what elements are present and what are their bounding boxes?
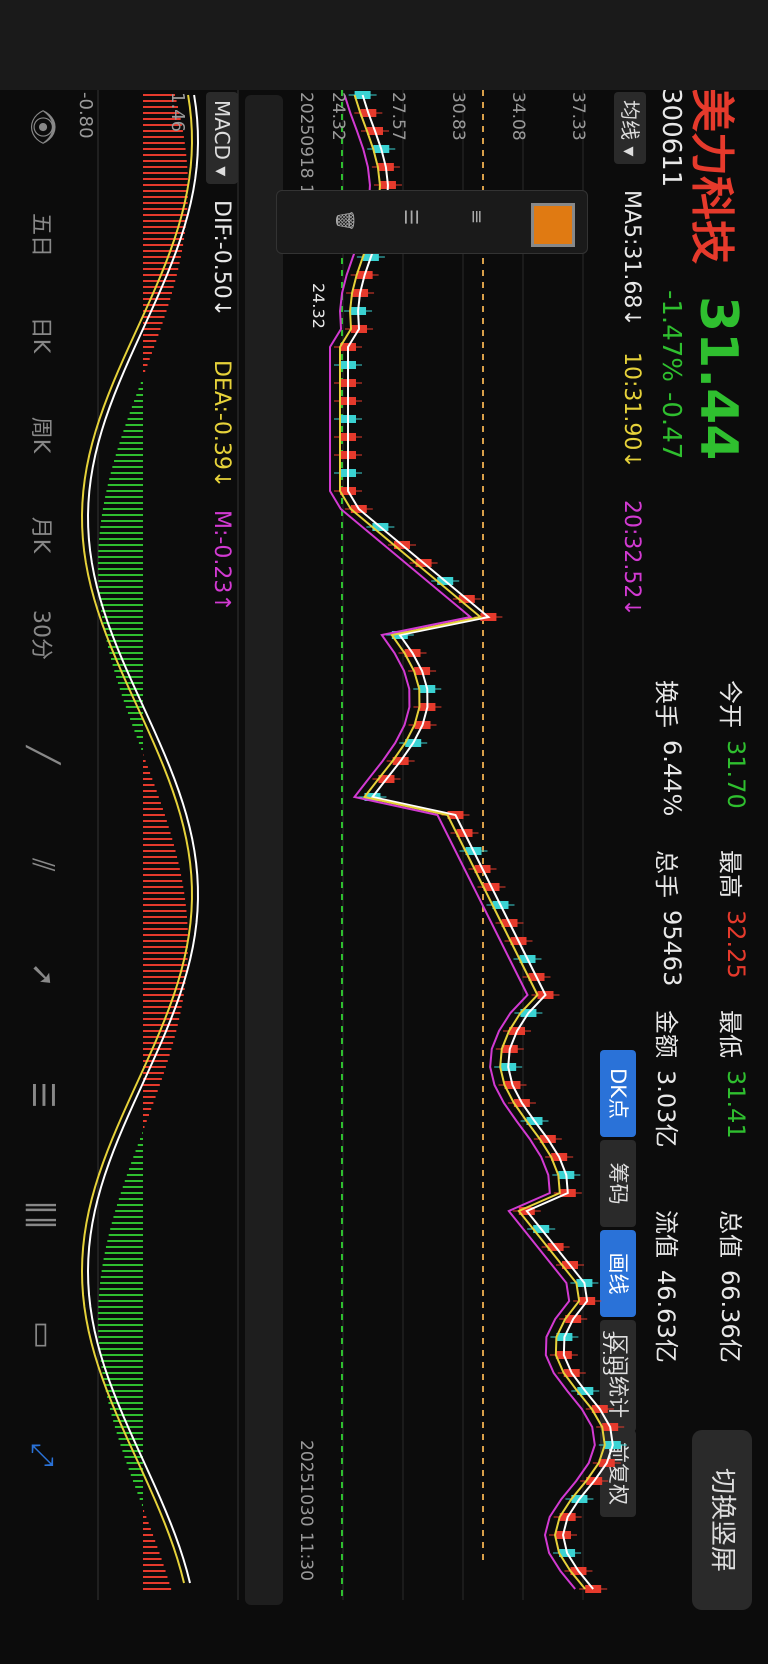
ma20-line xyxy=(329,94,596,1590)
period-4[interactable]: 月K xyxy=(8,500,78,570)
eye-icon[interactable]: 👁 xyxy=(8,92,78,162)
price-axis-label: 34.08 xyxy=(508,92,528,141)
price-axis-label: 27.57 xyxy=(388,92,408,141)
end-date: 20251030 11:30 xyxy=(296,1440,316,1581)
period-1[interactable]: 五日 xyxy=(8,200,78,270)
line-style-icon[interactable]: ≡ xyxy=(461,209,487,235)
price-axis-label: 37.33 xyxy=(568,92,588,141)
period-5[interactable]: 30分 xyxy=(8,600,78,670)
macd-dif: DIF:-0.50↓ xyxy=(209,200,234,318)
macd-axis-bottom: -0.80 xyxy=(75,92,96,139)
drawing-style-panel: ≡ ☰ 🗑 xyxy=(276,190,588,254)
delete-icon[interactable]: 🗑 xyxy=(329,209,355,235)
period-3[interactable]: 周K xyxy=(8,400,78,470)
expand-icon[interactable]: ⤢ xyxy=(8,1420,78,1490)
tool-sidebar-bg xyxy=(0,0,768,90)
double-line-icon[interactable]: ⫽ xyxy=(8,830,78,900)
ma10-line xyxy=(339,94,606,1590)
fibonacci-icon[interactable]: ☰ xyxy=(8,1060,78,1130)
price-axis-label: 24.32 xyxy=(328,92,348,141)
macd-dropdown[interactable]: MACD ▾ xyxy=(206,92,238,185)
macd-dropdown-label: MACD xyxy=(210,100,234,160)
low-marker-label: 24.32 xyxy=(309,283,328,329)
ma5-line xyxy=(347,94,614,1590)
color-swatch[interactable] xyxy=(531,203,575,247)
macd-axis-top: 1.46 xyxy=(167,92,188,133)
line-width-icon[interactable]: ☰ xyxy=(395,209,421,235)
high-marker-label: 37.33 xyxy=(599,1330,618,1376)
macd-dea: DEA:-0.39↓ xyxy=(209,360,234,489)
chart-scroll-bar[interactable] xyxy=(245,95,283,1605)
landscape-chart-screen: 美力科技 300611 31.44 -1.47% -0.47 今开 31.70 最高… xyxy=(0,0,768,1664)
period-2[interactable]: 日K xyxy=(8,300,78,370)
rect-icon[interactable]: ▭ xyxy=(8,1300,78,1370)
price-axis-label: 30.83 xyxy=(448,92,468,141)
line-icon[interactable]: ╱ xyxy=(8,720,78,790)
macd-m: M:-0.23↑ xyxy=(209,510,234,612)
parallel-lines-icon[interactable]: ‖‖ xyxy=(8,1180,78,1250)
ray-icon[interactable]: ➚ xyxy=(8,940,78,1010)
